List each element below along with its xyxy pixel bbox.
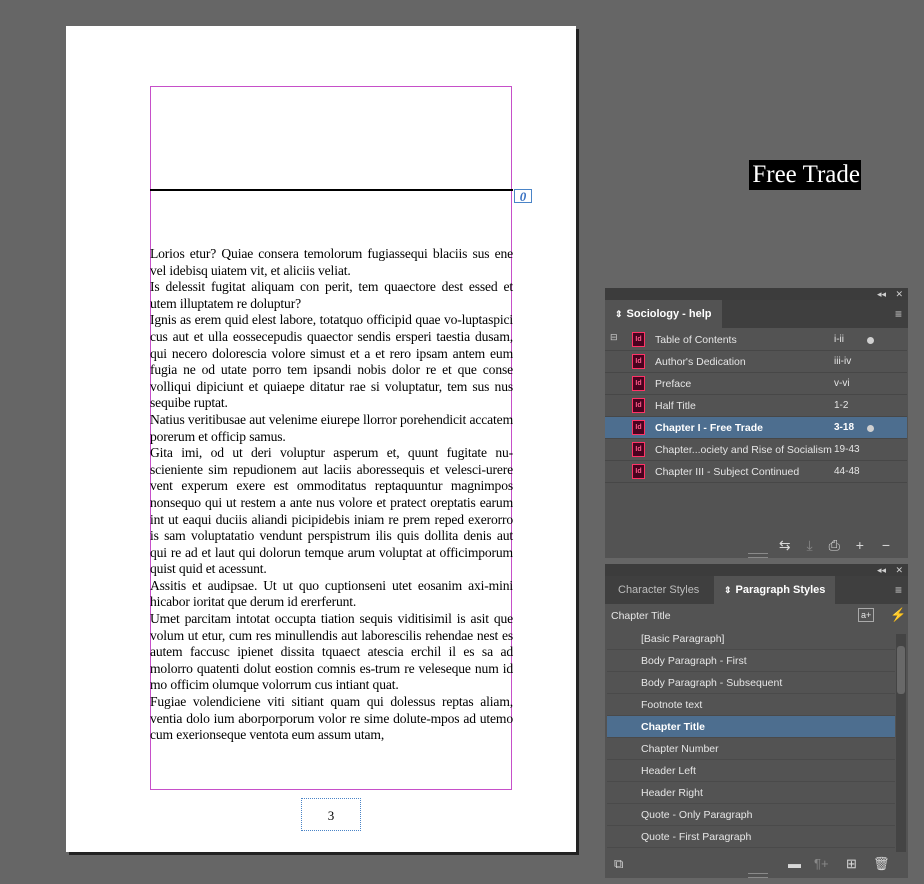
synchronize-icon[interactable]: ⇆ — [779, 537, 791, 553]
tab-arrows-icon: ⇕ — [724, 585, 732, 595]
save-book-icon[interactable]: ⤓ — [807, 537, 813, 553]
book-tabbar: ⇕ Sociology - help ≡ — [605, 300, 908, 328]
paragraph-style-item[interactable]: Chapter Number — [607, 738, 895, 760]
current-style-name: Chapter Title — [611, 610, 671, 622]
paragraph-style-item[interactable]: Footnote text — [607, 694, 895, 716]
paragraph-style-item[interactable]: Chapter Title — [607, 716, 895, 738]
document-page-range: i-ii — [834, 334, 844, 345]
tab-paragraph-styles-label: Paragraph Styles — [735, 584, 826, 596]
indesign-document-icon: Id — [632, 354, 645, 369]
indesign-document-icon: Id — [632, 376, 645, 391]
book-document-row[interactable]: Id Chapter III - Subject Continued 44-48 — [605, 461, 907, 483]
indesign-document-icon: Id — [632, 442, 645, 457]
document-name: Author's Dedication — [655, 356, 746, 368]
tab-book[interactable]: ⇕ Sociology - help — [605, 300, 722, 328]
document-page-range: v-vi — [834, 378, 850, 389]
paragraph-style-item[interactable]: Body Paragraph - Subsequent — [607, 672, 895, 694]
book-document-row[interactable]: ⊟ Id Table of Contents i-ii — [605, 329, 907, 351]
book-document-row[interactable]: Id Chapter I - Free Trade 3-18 — [605, 417, 907, 439]
panel-header-bar: ◂◂ ✕ — [605, 564, 908, 576]
paragraph-style-item[interactable]: Header Right — [607, 782, 895, 804]
scrollbar-thumb[interactable] — [897, 646, 905, 694]
collapse-icon[interactable]: ◂◂ — [877, 288, 886, 300]
clear-overrides-icon[interactable]: ¶+ — [814, 856, 829, 871]
document-open-indicator — [867, 425, 874, 432]
paragraph-style-item[interactable]: [Basic Paragraph] — [607, 628, 895, 650]
close-icon[interactable]: ✕ — [895, 564, 903, 576]
book-panel: ◂◂ ✕ ⇕ Sociology - help ≡ ⊟ Id Table of Con… — [605, 288, 908, 558]
document-page-range: 19-43 — [834, 444, 860, 455]
text-frame-out-port[interactable]: 0 — [514, 189, 532, 204]
style-source-icon: ⊟ — [610, 332, 618, 342]
print-book-icon[interactable]: ⎙ — [829, 537, 840, 553]
current-style-row: Chapter Title a+ ⚡ — [605, 604, 908, 628]
paragraph-style-item[interactable]: Quote - Only Paragraph — [607, 804, 895, 826]
delete-style-icon[interactable]: 🗑 — [873, 856, 890, 872]
tab-paragraph-styles[interactable]: ⇕ Paragraph Styles — [714, 576, 836, 604]
document-name: Preface — [655, 378, 692, 390]
tab-arrows-icon: ⇕ — [615, 309, 623, 319]
indesign-document-icon: Id — [632, 398, 645, 413]
add-document-icon[interactable]: + — [856, 537, 864, 553]
document-name: Half Title — [655, 400, 696, 412]
new-folder-icon[interactable]: ▬ — [788, 856, 801, 871]
book-document-row[interactable]: Id Author's Dedication iii-iv — [605, 351, 907, 373]
panel-resize-grip[interactable] — [748, 553, 768, 558]
panel-menu-icon[interactable]: ≡ — [895, 584, 902, 596]
document-name: Chapter...ociety and Rise of Socialism — [655, 444, 832, 456]
document-name: Table of Contents — [655, 334, 737, 346]
styles-toolbar: ⧉ ▬ ¶+ ⊞ 🗑 — [605, 854, 908, 874]
panel-header-bar: ◂◂ ✕ — [605, 288, 908, 300]
body-paragraph: Ignis as erem quid elest labore, totatqu… — [150, 312, 513, 411]
book-document-row[interactable]: Id Preface v-vi — [605, 373, 907, 395]
quick-apply-icon[interactable]: ⚡ — [890, 607, 906, 623]
book-document-row[interactable]: Id Half Title 1-2 — [605, 395, 907, 417]
body-paragraph: Gita imi, od ut deri voluptur asperum et… — [150, 445, 513, 577]
styles-panel: ◂◂ ✕ Character Styles ⇕ Paragraph Styles … — [605, 564, 908, 878]
document-name: Chapter III - Subject Continued — [655, 466, 800, 478]
book-toolbar: ⇆ ⤓ ⎙ + − — [779, 537, 890, 554]
document-page-range: 1-2 — [834, 400, 849, 411]
document-page-range: iii-iv — [834, 356, 852, 367]
new-style-icon[interactable]: ⊞ — [846, 856, 857, 872]
panel-menu-icon[interactable]: ≡ — [895, 308, 902, 320]
document-open-indicator — [867, 337, 874, 344]
paragraph-style-item[interactable]: Quote - First Paragraph — [607, 826, 895, 848]
body-paragraph: Assitis et audipsae. Ut ut quo cuptionse… — [150, 577, 513, 610]
indesign-document-icon: Id — [632, 420, 645, 435]
book-title: Sociology - help — [626, 308, 712, 320]
create-from-selection-icon[interactable]: a+ — [858, 608, 875, 622]
tab-character-styles[interactable]: Character Styles — [608, 576, 709, 604]
title-rule — [150, 189, 513, 191]
document-name: Chapter I - Free Trade — [655, 422, 763, 434]
indesign-document-icon: Id — [632, 464, 645, 479]
body-paragraph: Is delessit fugitat aliquam con perit, t… — [150, 279, 513, 311]
body-paragraph: Lorios etur? Quiae consera temolorum fug… — [150, 246, 513, 278]
indesign-document-icon: Id — [632, 332, 645, 347]
document-page-range: 44-48 — [834, 466, 860, 477]
page-number-frame[interactable]: 3 — [301, 798, 361, 831]
style-list-scrollbar[interactable] — [896, 634, 906, 852]
close-icon[interactable]: ✕ — [895, 288, 903, 300]
paragraph-style-item[interactable]: Header Left — [607, 760, 895, 782]
body-paragraph: Umet parcitam intotat occupta tiation se… — [150, 611, 513, 693]
book-document-row[interactable]: Id Chapter...ociety and Rise of Socialism… — [605, 439, 907, 461]
body-paragraph: Fugiae volendiciene viti sitiant quam qu… — [150, 694, 513, 743]
body-paragraph: Natius veritibusae aut velenime eiurepe … — [150, 411, 513, 444]
document-page-range: 3-18 — [834, 422, 855, 433]
paragraph-style-item[interactable]: Body Paragraph - First — [607, 650, 895, 672]
chapter-title-text[interactable]: Free Trade — [749, 160, 861, 190]
remove-document-icon[interactable]: − — [882, 537, 890, 553]
style-override-icon[interactable]: ⧉ — [614, 856, 623, 872]
body-text-frame[interactable]: Lorios etur? Quiae consera temolorum fug… — [150, 246, 513, 744]
collapse-icon[interactable]: ◂◂ — [877, 564, 886, 576]
styles-tabbar: Character Styles ⇕ Paragraph Styles ≡ — [605, 576, 908, 604]
panel-resize-grip[interactable] — [748, 873, 768, 878]
